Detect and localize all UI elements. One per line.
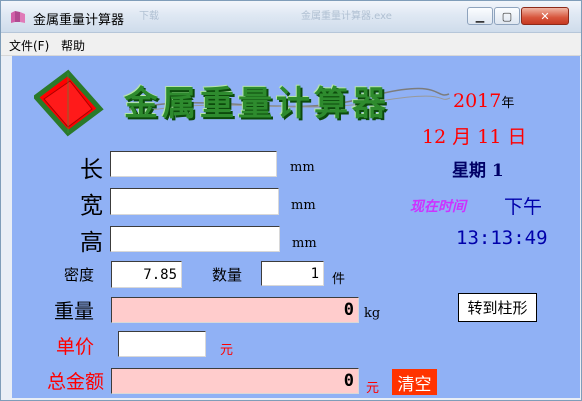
total-unit: 元 [366,381,380,396]
bar-chart-button[interactable]: 转到柱形 [458,293,537,322]
app-window: 金属重量计算器 下载 金属重量计算器.exe ▁ ▢ ✕ 文件(F) 帮助 金属… [0,0,582,401]
quantity-unit: 件 [332,272,346,287]
total-label: 总金额 [47,371,105,393]
ampm-display: 下午 [504,196,543,218]
window-title: 金属重量计算器 [33,13,125,28]
length-unit: mm [290,160,315,175]
height-label: 高 [80,230,103,256]
date-display: 12 月 11 日 [422,122,527,149]
month-value: 12 [422,126,447,148]
month-unit: 月 [452,126,472,148]
weight-output: 0 [111,297,359,323]
year-value: 2017 [453,90,502,112]
menu-help[interactable]: 帮助 [61,37,85,54]
year-display: 2017年 [453,90,514,112]
unit-price-unit: 元 [220,343,234,358]
day-unit: 日 [507,126,527,148]
close-icon: ✕ [540,9,550,23]
now-time-label: 现在时间 [410,199,466,215]
unit-price-input[interactable] [118,331,206,357]
clock-time: 13:13:49 [456,227,548,249]
density-input[interactable] [111,261,182,288]
quantity-input[interactable] [261,261,324,286]
close-button[interactable]: ✕ [521,7,569,25]
weight-unit: kg [364,306,381,321]
banner-title: 金属重量计算器 [124,84,390,124]
day-value: 11 [477,126,502,148]
weekday-value: 1 [491,161,504,181]
length-input[interactable] [110,151,277,177]
height-input[interactable] [110,226,280,252]
metal-block-logo [34,69,104,137]
calculator-panel: 金属重量计算器 2017年 12 月 11 日 星期 1 现在时间 下午 13:… [12,56,580,398]
width-unit: mm [291,198,316,213]
total-output: 0 [111,368,359,394]
density-label: 密度 [64,266,95,284]
clear-button[interactable]: 清空 [392,369,437,395]
app-logo-icon [11,11,25,23]
minimize-icon: ▁ [475,9,485,23]
menu-bar: 文件(F) 帮助 [1,33,581,56]
width-label: 宽 [80,193,103,219]
weekday-display: 星期 1 [452,156,504,181]
minimize-button[interactable]: ▁ [467,7,493,25]
quantity-label: 数量 [212,266,243,284]
maximize-icon: ▢ [501,9,513,23]
year-unit: 年 [501,96,515,111]
length-label: 长 [80,157,103,183]
maximize-button[interactable]: ▢ [494,7,520,25]
background-tab-2: 金属重量计算器.exe [301,11,392,22]
title-bar[interactable]: 金属重量计算器 下载 金属重量计算器.exe ▁ ▢ ✕ [1,1,581,33]
weekday-label: 星期 [452,161,486,181]
width-input[interactable] [110,188,279,215]
menu-file[interactable]: 文件(F) [9,37,49,54]
unit-price-label: 单价 [56,336,95,358]
height-unit: mm [292,236,317,251]
weight-label: 重量 [54,299,94,323]
background-tab-1: 下载 [139,11,159,22]
